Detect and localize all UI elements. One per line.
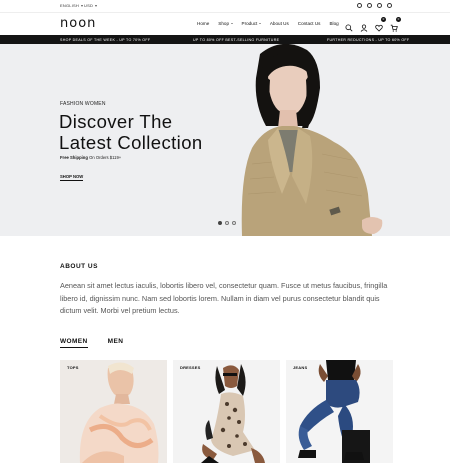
wishlist-count-badge: 0: [381, 17, 386, 22]
dresses-image: [173, 360, 280, 463]
hero-eyebrow: FASHION WOMEN: [60, 101, 106, 107]
header-icons: 0 0: [345, 17, 401, 32]
hero-banner: FASHION WOMEN Discover The Latest Collec…: [0, 44, 450, 236]
top-utility-bar: ENGLISH USD: [0, 0, 450, 12]
shop-now-link[interactable]: SHOP NOW: [60, 174, 84, 181]
slider-dots: [218, 221, 236, 225]
category-card-jeans[interactable]: JEANS: [286, 360, 393, 463]
language-selector[interactable]: ENGLISH: [60, 3, 83, 8]
twitter-icon[interactable]: [367, 3, 372, 8]
cart-icon[interactable]: 0: [390, 17, 401, 32]
card-label-jeans: JEANS: [293, 365, 308, 370]
slider-dot-2[interactable]: [225, 221, 229, 225]
currency-selector[interactable]: USD: [84, 3, 97, 8]
site-logo[interactable]: noon: [60, 16, 96, 31]
promo-right[interactable]: FURTHER REDUCTIONS - UP TO 60% OFF: [327, 38, 409, 42]
slider-dot-1[interactable]: [218, 221, 222, 225]
promo-left[interactable]: SHOP DEALS OF THE WEEK - UP TO 70% OFF: [60, 38, 150, 42]
category-card-dresses[interactable]: DRESSES: [173, 360, 280, 463]
category-tabs: WOMEN MEN: [60, 338, 123, 348]
tab-women[interactable]: WOMEN: [60, 338, 88, 348]
promo-bar: SHOP DEALS OF THE WEEK - UP TO 70% OFF U…: [0, 35, 450, 44]
wishlist-icon[interactable]: 0: [375, 17, 386, 32]
card-label-dresses: DRESSES: [180, 365, 201, 370]
hero-shipping-note: Free Shipping On Orders $119+: [60, 155, 121, 160]
facebook-icon[interactable]: [357, 3, 362, 8]
main-nav: Home Shop Product About Us Contact Us Bl…: [197, 21, 339, 26]
nav-home[interactable]: Home: [197, 21, 209, 26]
shipping-rest: On Orders $119+: [87, 155, 122, 160]
tab-men[interactable]: MEN: [108, 338, 124, 348]
tops-image: [60, 360, 167, 463]
nav-blog[interactable]: Blog: [329, 21, 338, 26]
nav-about-us[interactable]: About Us: [270, 21, 289, 26]
jeans-image: [286, 360, 393, 463]
promo-center[interactable]: UP TO 80% OFF BEST-SELLING FURNITURE: [193, 38, 279, 42]
hero-title-line1: Discover The: [59, 111, 173, 132]
hero-title-line2: Latest Collection: [59, 132, 203, 153]
instagram-icon[interactable]: [377, 3, 382, 8]
account-icon[interactable]: [360, 19, 368, 32]
hero-title: Discover The Latest Collection: [59, 111, 259, 153]
pinterest-icon[interactable]: [387, 3, 392, 8]
nav-contact-us[interactable]: Contact Us: [298, 21, 321, 26]
slider-dot-3[interactable]: [232, 221, 236, 225]
site-header: noon Home Shop Product About Us Contact …: [0, 12, 450, 35]
about-title: ABOUT US: [60, 263, 98, 270]
cart-count-badge: 0: [396, 17, 401, 22]
nav-product[interactable]: Product: [242, 21, 261, 26]
category-card-tops[interactable]: TOPS: [60, 360, 167, 463]
nav-shop[interactable]: Shop: [218, 21, 232, 26]
card-label-tops: TOPS: [67, 365, 79, 370]
search-icon[interactable]: [345, 19, 353, 32]
about-text: Aenean sit amet lectus iaculis, lobortis…: [60, 281, 388, 315]
shipping-bold: Free Shipping: [60, 155, 88, 160]
social-links: [357, 3, 392, 8]
